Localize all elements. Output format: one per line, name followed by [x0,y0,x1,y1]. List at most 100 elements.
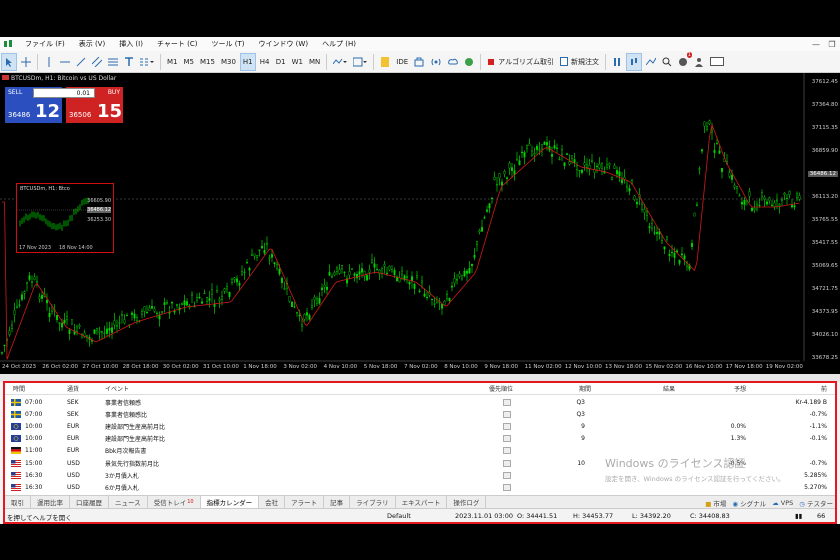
trendline-icon[interactable] [74,53,88,71]
toolbox-tab[interactable]: アラート [285,495,325,509]
candle-body [636,202,639,205]
market-link[interactable]: ■ 市場 [705,498,726,508]
tester-link[interactable]: ◷ テスター [799,498,833,508]
mini-price-low: 36253.30 [87,217,111,223]
candle-body [366,275,369,281]
algo-trading-button[interactable]: アルゴリズム取引 [485,53,556,71]
fibonacci-icon[interactable] [106,53,120,71]
event-period: Q3 [576,398,585,406]
one-click-trading: SELL 36486 12 BUY 36506 15 0.01 [5,87,123,123]
tf-mn[interactable]: MN [307,53,322,71]
account-icon[interactable] [692,53,706,71]
tf-m1[interactable]: M1 [165,53,180,71]
calendar-row[interactable]: 10:00 EUR 建設部門生産高前年比 9 1.3% -0.1% [5,433,835,445]
toolbox-tab[interactable]: 記事 [324,495,351,509]
col-priority[interactable]: 優先順位 [489,384,513,393]
tf-d1[interactable]: D1 [274,53,288,71]
community-icon[interactable] [462,53,476,71]
toolbox-tab[interactable]: ライブラリ [350,495,396,509]
menu-file[interactable]: ファイル (F) [18,39,72,49]
candle-body [98,330,101,333]
menu-chart[interactable]: チャート (C) [150,39,205,49]
tf-h1[interactable]: H1 [239,52,256,71]
col-actual[interactable]: 結果 [655,384,675,393]
col-previous[interactable]: 前 [777,384,827,393]
candle-body [153,308,156,312]
notifications-icon[interactable]: 1 [676,51,692,71]
candle-body [741,202,744,205]
vertical-line-icon[interactable] [42,53,56,71]
candle-body [68,329,71,334]
crosshair-icon[interactable] [19,53,33,71]
search-icon[interactable] [660,53,674,71]
candles-icon[interactable] [625,52,642,71]
tf-m5[interactable]: M5 [182,53,197,71]
flag-se-icon [11,398,21,406]
menu-insert[interactable]: 挿入 (I) [112,39,150,49]
indicators-icon[interactable] [331,53,349,71]
depth-icon[interactable] [610,53,624,71]
candle-body [751,207,754,212]
restore-icon[interactable]: ❐ [824,37,840,51]
candle-body [23,291,26,294]
metaeditor-icon[interactable] [378,53,392,71]
col-forecast[interactable]: 予想 [720,384,746,393]
tf-w1[interactable]: W1 [290,53,305,71]
layout-icon[interactable] [708,53,726,71]
new-order-button[interactable]: 新規注文 [558,53,601,71]
toolbox-tab[interactable]: エキスパート [396,495,448,509]
col-time[interactable]: 時間 [13,384,25,393]
candle-body [733,185,736,188]
signals-link[interactable]: ◉ シグナル [732,498,766,508]
price-label: 37364.80 [811,102,838,108]
candle-body [536,145,539,150]
toolbox-tab[interactable]: 指標カレンダー [200,495,260,509]
price-chart[interactable]: BTCUSDm, H1: Bitcoin vs US Dollar SELL 3… [0,73,840,374]
toolbox-tab[interactable]: 受信トレイ 10 [148,495,201,509]
tf-h4[interactable]: H4 [258,53,272,71]
calendar-row[interactable]: 16:30 USD 6か月債入札 5.270% [5,481,835,493]
vps-link[interactable]: ☁ VPS [772,499,793,507]
candle-body [446,293,449,300]
templates-icon[interactable] [351,53,369,71]
mini-chart[interactable]: BTCUSDm, H1: Btco 36605.90 36486.12 3625… [16,183,114,253]
toolbox-tab[interactable]: 運用比率 [31,495,70,509]
tf-m15[interactable]: M15 [198,53,217,71]
text-tool-icon[interactable] [122,53,136,71]
toolbox-tab[interactable]: 会社 [259,495,286,509]
tf-m30[interactable]: M30 [219,53,238,71]
line-chart-icon[interactable] [644,53,658,71]
menu-help[interactable]: ヘルプ (H) [315,39,363,49]
toolbox-tab[interactable]: 操作ログ [447,495,487,509]
ide-button[interactable]: IDE [394,53,410,71]
menu-window[interactable]: ウインドウ (W) [251,39,315,49]
candle-body [31,281,34,283]
menu-view[interactable]: 表示 (V) [72,39,112,49]
toolbox-tab[interactable]: ニュース [109,495,148,509]
market-label: 市場 [713,499,727,508]
shapes-dropdown-icon[interactable] [138,53,156,71]
candle-body [368,269,371,273]
vps-icon[interactable] [446,53,460,71]
horizontal-line-icon[interactable] [58,53,72,71]
signals-icon[interactable] [428,53,444,71]
flag-se-icon [11,410,21,418]
cursor-icon[interactable] [1,52,17,71]
calendar-row[interactable]: 10:00 EUR 建設部門生産高前月比 9 0.0% -1.1% [5,420,835,433]
toolbox-tab[interactable]: 取引 [5,495,31,509]
priority-indicator [503,459,511,467]
market-icon[interactable] [412,53,426,71]
col-period[interactable]: 期間 [565,384,591,393]
status-profile[interactable]: Default [387,512,411,520]
channel-icon[interactable] [90,53,104,71]
col-event[interactable]: イベント [105,384,129,393]
lot-size-input[interactable]: 0.01 [33,88,95,98]
calendar-row[interactable]: 07:00 SEK 事業者信頼感比 Q3 -0.7% [5,408,835,420]
menu-tools[interactable]: ツール (T) [204,39,251,49]
col-currency[interactable]: 通貨 [67,384,79,393]
toolbox-tab[interactable]: 口座履歴 [70,495,109,509]
toolbar-separator [604,53,606,70]
candle-body [281,278,284,283]
calendar-row[interactable]: 07:00 SEK 事業者信頼感 Q3 Kr-4.189 B [5,396,835,408]
minimize-icon[interactable]: — [808,37,824,51]
